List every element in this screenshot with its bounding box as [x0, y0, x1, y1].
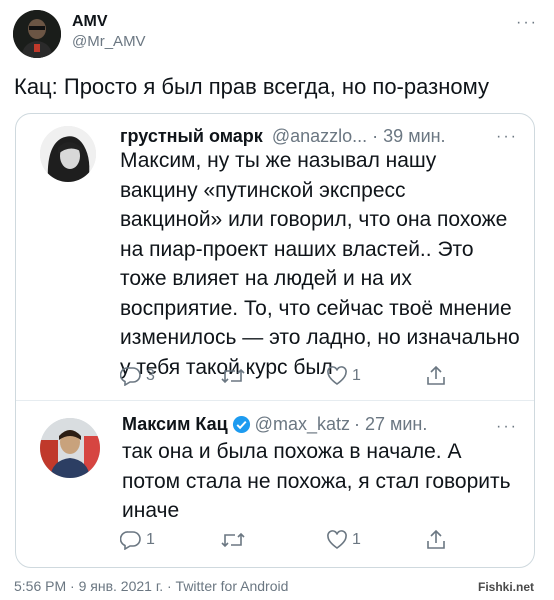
reply-line: иначе — [122, 499, 180, 522]
reply-reply-button[interactable]: 1 — [120, 530, 155, 550]
quoted-like-count: 1 — [352, 367, 361, 384]
quoted-line: изменилось — это ладно, но изначально — [120, 326, 520, 349]
quoted-line: вакцину «путинской экспресс — [120, 178, 406, 202]
quoted-header: грустный омарк @anazzlo... · 39 мин. — [120, 126, 446, 147]
reply-header: Максим Кац @max_katz · 27 мин. — [122, 414, 427, 435]
share-icon — [427, 365, 445, 385]
quoted-line: восприятие. То, что сейчас твоё мнение — [120, 296, 512, 320]
reply-more-icon[interactable]: ··· — [496, 419, 518, 435]
conversation-divider — [16, 400, 534, 401]
quoted-retweet-button[interactable] — [220, 366, 246, 386]
reply-reply-count: 1 — [146, 531, 155, 548]
author-handle[interactable]: @Mr_AMV — [72, 33, 146, 50]
quoted-avatar[interactable] — [40, 126, 96, 182]
reply-time[interactable]: · 27 мин. — [354, 414, 427, 435]
watermark: Fishki.net — [478, 580, 535, 594]
reply-handle[interactable]: @max_katz — [255, 414, 350, 435]
quoted-share-button[interactable] — [426, 364, 446, 386]
reply-retweet-button[interactable] — [220, 530, 246, 550]
share-icon — [427, 529, 445, 549]
reply-icon — [120, 367, 141, 386]
quoted-line: тоже влияет на людей и на их — [120, 267, 412, 290]
reply-line: так она и была похожа в начале. А — [122, 440, 462, 463]
quoted-line: Максим, ну ты же называл нашу — [120, 149, 437, 172]
tweet-meta[interactable]: 5:56 PM · 9 янв. 2021 г. · Twitter for A… — [14, 578, 288, 594]
verified-badge-icon — [232, 415, 250, 434]
retweet-icon — [221, 532, 245, 548]
quoted-reply-count: 3 — [146, 367, 155, 384]
retweet-icon — [221, 368, 245, 384]
reply-body: так она и была похожа в начале. А потом … — [122, 437, 532, 526]
reply-like-count: 1 — [352, 531, 361, 548]
quoted-name[interactable]: грустный омарк — [120, 126, 263, 146]
heart-icon — [327, 366, 347, 385]
more-options-icon[interactable]: ··· — [516, 15, 538, 31]
author-avatar[interactable] — [13, 10, 61, 58]
quoted-time[interactable]: · 39 мин. — [372, 126, 445, 146]
reply-avatar[interactable] — [40, 418, 100, 478]
quoted-line: у тебя такой курс был — [120, 355, 333, 379]
quoted-more-icon[interactable]: ··· — [496, 129, 518, 145]
quoted-body: Максим, ну ты же называл нашу вакцину «п… — [120, 146, 530, 382]
reply-icon — [120, 531, 141, 550]
reply-name[interactable]: Максим Кац — [122, 414, 228, 435]
reply-like-button[interactable]: 1 — [326, 530, 361, 550]
quoted-handle[interactable]: @anazzlo... — [272, 126, 367, 146]
reply-line: потом стала не похожа, я стал говорить — [122, 469, 511, 493]
author-name[interactable]: AMV — [72, 13, 108, 31]
quoted-line: вакциной» или говорил, что она похоже — [120, 208, 508, 231]
heart-icon — [327, 530, 347, 549]
reply-share-button[interactable] — [426, 528, 446, 550]
quoted-like-button[interactable]: 1 — [326, 366, 361, 386]
quoted-line: на пиар-проект наших властей.. Это — [120, 237, 474, 261]
tweet-text: Кац: Просто я был прав всегда, но по-раз… — [14, 74, 489, 99]
quoted-reply-button[interactable]: 3 — [120, 366, 155, 386]
